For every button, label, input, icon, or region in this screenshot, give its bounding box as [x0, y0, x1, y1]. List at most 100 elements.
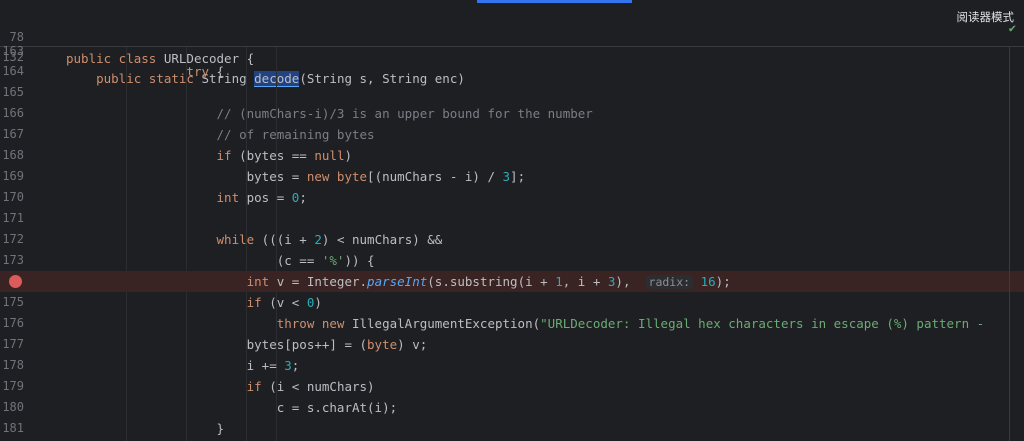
code-token: 1	[555, 274, 563, 289]
code-line[interactable]: 169 bytes = new byte[(numChars - i) / 3]…	[0, 166, 1024, 187]
code-text: while (((i + 2) < numChars) &&	[66, 229, 443, 250]
code-line[interactable]: 171	[0, 208, 1024, 229]
code-token: byte	[367, 337, 398, 352]
code-token: ;	[299, 190, 307, 205]
code-token: 16	[700, 274, 716, 289]
line-number[interactable]: 178	[0, 355, 24, 376]
code-token: [(numChars - i) /	[367, 169, 503, 184]
code-token: IllegalArgumentException(	[351, 316, 541, 331]
line-number[interactable]: 169	[0, 166, 24, 187]
code-token: int	[216, 190, 240, 205]
code-line[interactable]: 172 while (((i + 2) < numChars) &&	[0, 229, 1024, 250]
code-text: if (bytes == null)	[66, 145, 353, 166]
code-token: (bytes ==	[231, 148, 315, 163]
code-token: )	[344, 148, 353, 163]
code-token: ) v;	[397, 337, 428, 352]
code-token: )) {	[344, 253, 375, 268]
line-number[interactable]: 177	[0, 334, 24, 355]
code-token: parseInt	[367, 274, 428, 289]
code-text: // of remaining bytes	[66, 124, 375, 145]
code-text: c = s.charAt(i);	[66, 397, 397, 418]
code-token: if	[216, 148, 232, 163]
inspection-ok-icon[interactable]: ✔	[1009, 21, 1016, 35]
line-number[interactable]: 180	[0, 397, 24, 418]
code-line[interactable]: 181 }	[0, 418, 1024, 439]
code-token: new byte	[306, 169, 368, 184]
line-number[interactable]: 166	[0, 103, 24, 124]
code-line[interactable]: 176 throw new IllegalArgumentException("…	[0, 313, 1024, 334]
code-line[interactable]: 165	[0, 82, 1024, 103]
code-token: int	[246, 274, 270, 289]
code-token: while	[216, 232, 255, 247]
code-token: ) < numChars) &&	[321, 232, 443, 247]
code-line-breakpoint[interactable]: 174 int v = Integer.parseInt(s.substring…	[0, 271, 1024, 292]
line-number[interactable]: 173	[0, 250, 24, 271]
code-line[interactable]: 163	[0, 41, 1024, 62]
code-token: v = Integer.	[269, 274, 368, 289]
code-token: 2	[314, 232, 322, 247]
code-token: // (numChars-i)/3 is an upper bound for …	[216, 106, 593, 121]
line-number[interactable]: 170	[0, 187, 24, 208]
code-token: '%'	[321, 253, 345, 268]
breakpoint-icon[interactable]	[9, 275, 22, 288]
code-editor[interactable]: 163 164 try {165 166 // (numChars-i)/3 is …	[0, 44, 1024, 441]
code-token: (i < numChars)	[261, 379, 375, 394]
sticky-line[interactable]: 78 public class URLDecoder {	[0, 6, 1024, 66]
code-line[interactable]: 168 if (bytes == null)	[0, 145, 1024, 166]
line-number[interactable]: 179	[0, 376, 24, 397]
code-text: if (i < numChars)	[66, 376, 375, 397]
code-token: ),	[615, 274, 646, 289]
code-token: bytes[pos++] = (	[66, 337, 368, 352]
code-line[interactable]: 179 if (i < numChars)	[0, 376, 1024, 397]
line-number[interactable]: 167	[0, 124, 24, 145]
code-text: int v = Integer.parseInt(s.substring(i +…	[66, 271, 731, 293]
code-token: 3	[502, 169, 511, 184]
code-token: (s.substring(i +	[427, 274, 556, 289]
code-token: ];	[510, 169, 526, 184]
code-token: , i +	[562, 274, 608, 289]
line-number[interactable]: 172	[0, 229, 24, 250]
code-line[interactable]: 170 int pos = 0;	[0, 187, 1024, 208]
right-margin-guide	[1009, 47, 1010, 441]
code-text: bytes[pos++] = (byte) v;	[66, 334, 428, 355]
code-line[interactable]: 173 (c == '%')) {	[0, 250, 1024, 271]
code-line[interactable]: 175 if (v < 0)	[0, 292, 1024, 313]
line-number[interactable]: 176	[0, 313, 24, 334]
code-line[interactable]: 178 i += 3;	[0, 355, 1024, 376]
code-line[interactable]: 180 c = s.charAt(i);	[0, 397, 1024, 418]
code-token: )	[314, 295, 322, 310]
code-token: (v <	[261, 295, 307, 310]
line-number[interactable]: 175	[0, 292, 24, 313]
code-token: }	[66, 421, 225, 436]
code-token: (((i +	[254, 232, 315, 247]
code-token: try	[186, 64, 209, 79]
line-number[interactable]: 181	[0, 418, 24, 439]
parameter-hint: radix:	[645, 275, 694, 289]
code-text: try {	[66, 61, 224, 82]
line-number[interactable]: 164	[0, 61, 24, 82]
code-line[interactable]: 177 bytes[pos++] = (byte) v;	[0, 334, 1024, 355]
line-number[interactable]: 163	[0, 41, 24, 62]
code-line[interactable]: 164 try {	[0, 61, 1024, 82]
code-token: i +=	[66, 358, 285, 373]
code-token: ;	[291, 358, 300, 373]
code-line[interactable]: 166 // (numChars-i)/3 is an upper bound …	[0, 103, 1024, 124]
code-text: throw new IllegalArgumentException("URLD…	[66, 313, 992, 334]
code-line[interactable]: 167 // of remaining bytes	[0, 124, 1024, 145]
line-number[interactable]: 171	[0, 208, 24, 229]
code-token: bytes =	[66, 169, 307, 184]
code-text: (c == '%')) {	[66, 250, 375, 271]
code-text: }	[66, 418, 225, 439]
reader-mode-toggle[interactable]: 阅读器模式	[957, 9, 1015, 25]
code-token: "URLDecoder: Illegal hex characters in e…	[540, 316, 992, 331]
line-number[interactable]: 165	[0, 82, 24, 103]
code-token: c = s.charAt(i);	[66, 400, 398, 415]
line-number[interactable]: 168	[0, 145, 24, 166]
